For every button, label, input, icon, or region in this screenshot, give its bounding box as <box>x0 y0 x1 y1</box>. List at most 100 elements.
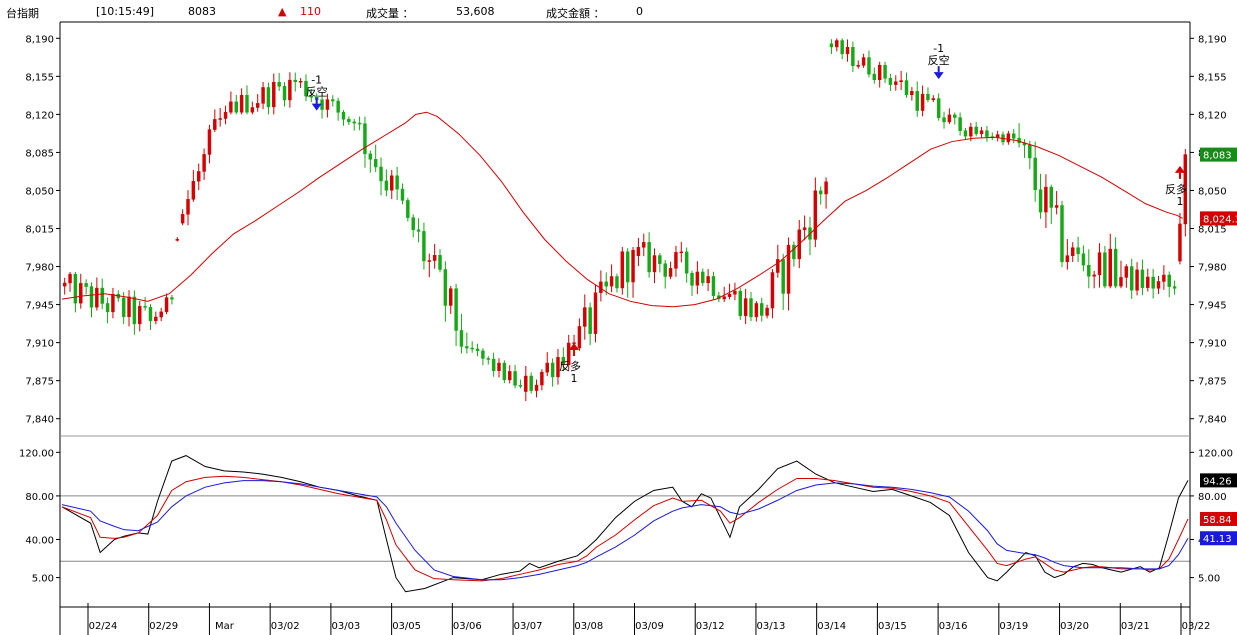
candle-body <box>379 166 383 182</box>
candle-body <box>1012 133 1016 139</box>
x-tick-label: 03/02 <box>271 621 300 632</box>
candle-body <box>1044 186 1048 213</box>
price-ytick-label-right: 8,120 <box>1198 110 1227 121</box>
kd-ytick-label-right: 5.00 <box>1198 574 1220 585</box>
kd-value-badge-label: 94.26 <box>1203 476 1232 487</box>
price-ytick-label-left: 8,050 <box>25 186 54 197</box>
price-ytick-label-right: 7,840 <box>1198 415 1227 426</box>
x-tick-label: 03/05 <box>392 621 421 632</box>
candle-body <box>1119 277 1123 287</box>
candle-body <box>684 251 689 274</box>
candle-body <box>733 290 737 295</box>
candle-body <box>357 122 362 125</box>
x-tick-label: 03/07 <box>514 621 543 632</box>
candle-body <box>272 81 276 108</box>
candle-body <box>738 290 743 317</box>
price-ytick-label-left: 8,190 <box>25 34 54 45</box>
x-tick-label: 03/22 <box>1182 621 1211 632</box>
x-tick-label: 03/08 <box>574 621 603 632</box>
grid-layer <box>60 495 1190 562</box>
candle-body <box>636 247 641 256</box>
candle-body <box>1178 223 1182 262</box>
candle-body <box>331 99 335 102</box>
x-tick-label: 03/16 <box>939 621 968 632</box>
candle-body <box>711 276 716 296</box>
x-tick-label: 02/24 <box>89 621 118 632</box>
candle-body <box>207 129 212 155</box>
kd-ytick-label-left: 80.00 <box>25 492 54 503</box>
candle-body <box>454 288 458 331</box>
kd-ytick-label-right: 80.00 <box>1198 492 1227 503</box>
candle-body <box>105 303 110 313</box>
candle-body <box>550 362 555 378</box>
candle-body <box>904 80 909 96</box>
candle-body <box>164 297 169 313</box>
signal-count-label: 1 <box>571 372 578 385</box>
chart-window: 台指期 [10:15:49] 8083 ▲ 110 成交量 ： 53,608 成… <box>0 0 1237 635</box>
candle-body <box>422 231 426 262</box>
candle-body <box>840 40 844 55</box>
candle-body <box>706 276 710 284</box>
price-chart[interactable]: -1反空反多1-1反空反多1 7,840 7,8407,875 7,8757,910… <box>0 0 1237 635</box>
candle-body <box>1065 255 1070 263</box>
sell-arrow-icon <box>933 72 944 80</box>
candle-body <box>647 242 651 273</box>
candle-body <box>229 101 233 113</box>
signal-markers: -1反空反多1-1反空反多1 <box>306 42 1187 385</box>
candle-body <box>625 251 630 283</box>
candle-body <box>920 93 925 111</box>
candle-body <box>861 57 866 66</box>
candle-body <box>234 101 238 113</box>
kd-line-2 <box>61 475 1189 582</box>
signal-label: 反多 <box>559 359 581 373</box>
candle-body <box>197 171 201 182</box>
candle-body <box>1070 247 1075 256</box>
candle-body <box>475 348 480 352</box>
candle-body <box>1108 248 1112 287</box>
candle-body <box>749 298 753 318</box>
price-ytick-label-right: 8,015 <box>1198 225 1227 236</box>
candle-body <box>186 199 190 215</box>
candle-body <box>411 217 415 231</box>
candlestick-series <box>62 38 1188 402</box>
candle-body <box>1038 189 1043 213</box>
candle-body <box>1054 205 1059 208</box>
candle-body <box>534 384 539 391</box>
signal-label: 反空 <box>928 53 950 67</box>
price-ytick-label-right: 7,980 <box>1198 263 1227 274</box>
candle-body <box>507 371 512 381</box>
candle-body <box>481 350 485 359</box>
candle-body <box>760 303 764 316</box>
kd-value-badge-label: 41.13 <box>1203 534 1232 545</box>
candle-body <box>68 273 72 284</box>
candle-body <box>465 346 469 349</box>
candle-body <box>95 287 99 308</box>
candle-body <box>1092 274 1096 277</box>
kd-line-1 <box>61 455 1189 593</box>
candle-body <box>395 175 399 190</box>
candle-body <box>985 130 989 137</box>
candle-body <box>1087 264 1091 277</box>
candle-body <box>121 297 126 317</box>
candle-body <box>701 271 705 284</box>
signal-label: 反空 <box>306 85 328 99</box>
candle-body <box>888 78 893 85</box>
price-ytick-label-left: 7,840 <box>25 415 54 426</box>
candle-body <box>170 297 174 300</box>
candle-body <box>1167 274 1171 287</box>
candle-body <box>1006 133 1011 143</box>
candle-body <box>293 79 297 83</box>
candle-body <box>1124 266 1129 278</box>
candle-body <box>942 117 946 123</box>
candle-body <box>593 292 598 334</box>
candle-body <box>754 303 759 318</box>
candle-body <box>674 252 678 269</box>
candle-body <box>947 114 952 123</box>
price-ytick-label-left: 7,980 <box>25 263 54 274</box>
candle-body <box>995 134 1000 138</box>
candle-body <box>111 293 115 313</box>
price-ytick-label-left: 8,120 <box>25 110 54 121</box>
candle-body <box>792 244 796 260</box>
signal-count-label: 1 <box>1176 195 1183 208</box>
candle-body <box>609 276 614 287</box>
